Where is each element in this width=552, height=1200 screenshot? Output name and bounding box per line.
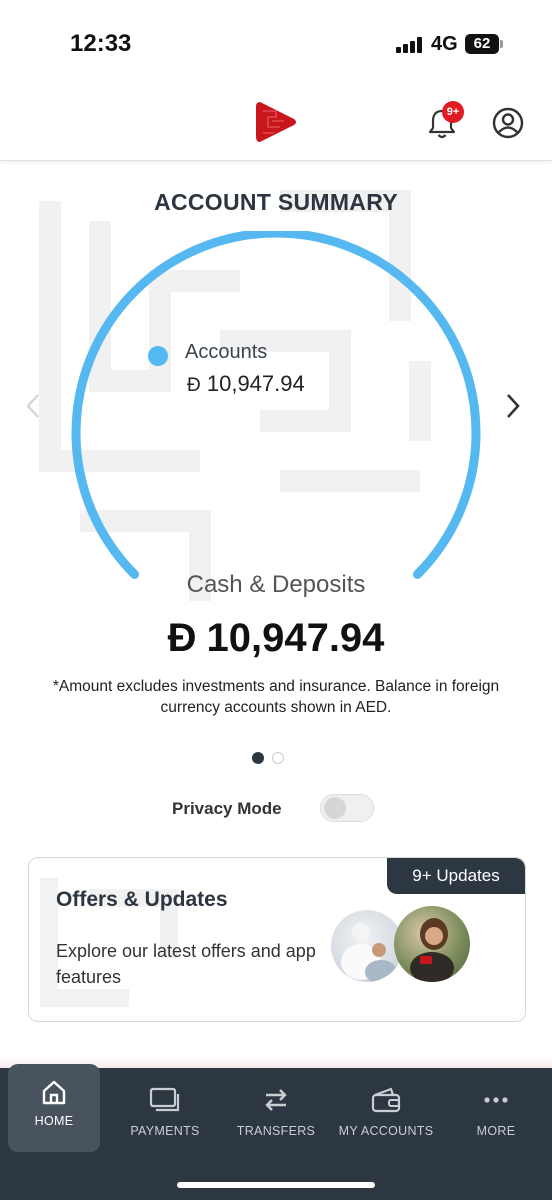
- updates-badge[interactable]: 9+ Updates: [387, 858, 525, 894]
- balance-gauge: [71, 231, 481, 579]
- accounts-legend-label: Accounts: [185, 341, 268, 363]
- privacy-mode-toggle[interactable]: [320, 794, 374, 822]
- page-dot-1[interactable]: [252, 752, 264, 764]
- notification-badge[interactable]: 9+: [442, 101, 464, 123]
- transfers-icon: [265, 1089, 287, 1111]
- tab-label: MY ACCOUNTS: [338, 1124, 434, 1138]
- battery-icon: 62: [465, 34, 499, 54]
- tab-home[interactable]: HOME: [8, 1064, 100, 1152]
- page-dot-2[interactable]: [272, 752, 284, 764]
- battery-tip: [500, 40, 503, 48]
- tab-label: HOME: [34, 1114, 74, 1128]
- offer-image-1: [331, 910, 403, 982]
- tab-label: MORE: [476, 1124, 516, 1138]
- wallet-icon: [371, 1087, 401, 1113]
- app-header: 9+: [0, 90, 552, 161]
- tab-more[interactable]: MORE: [441, 1068, 551, 1153]
- privacy-mode-label: Privacy Mode: [172, 799, 282, 818]
- offers-card[interactable]: 9+ Updates Offers & Updates Explore our …: [28, 857, 526, 1022]
- offers-title: Offers & Updates: [56, 888, 228, 911]
- signal-icon: [396, 37, 424, 53]
- currency-symbol: Đ: [167, 616, 197, 660]
- total-balance: Đ 10,947.94: [0, 616, 552, 661]
- tab-label: PAYMENTS: [130, 1124, 200, 1138]
- bottom-tab-bar: HOME PAYMENTS TRANSFERS MY ACCOUNTS MORE: [0, 1064, 552, 1200]
- tab-transfers[interactable]: TRANSFERS: [221, 1068, 331, 1153]
- tab-payments[interactable]: PAYMENTS: [110, 1068, 220, 1153]
- bank-logo-icon[interactable]: [254, 99, 298, 145]
- toggle-knob: [324, 797, 346, 819]
- network-type: 4G: [431, 33, 458, 55]
- offers-description: Explore our latest offers and app featur…: [56, 941, 316, 987]
- main-content: ACCOUNT SUMMARY Accounts Đ 10,947.94 Cas…: [0, 161, 552, 1068]
- home-indicator: [177, 1182, 375, 1188]
- more-icon: [484, 1097, 508, 1103]
- accounts-amount: 10,947.94: [206, 371, 305, 396]
- category-label: Cash & Deposits: [186, 571, 366, 598]
- status-time: 12:33: [70, 30, 132, 57]
- home-icon: [42, 1080, 66, 1105]
- currency-symbol: Đ: [187, 375, 201, 396]
- balance-note: *Amount excludes investments and insuran…: [52, 678, 500, 716]
- summary-title: ACCOUNT SUMMARY: [154, 189, 398, 215]
- offer-image-2: [394, 906, 470, 982]
- accounts-legend-amount: Đ 10,947.94: [187, 371, 305, 397]
- profile-icon[interactable]: [492, 107, 524, 139]
- tab-label: TRANSFERS: [236, 1124, 316, 1138]
- accounts-legend-dot: [148, 346, 168, 366]
- tab-my-accounts[interactable]: MY ACCOUNTS: [331, 1068, 441, 1153]
- total-amount: 10,947.94: [206, 616, 385, 660]
- chevron-left-icon[interactable]: [22, 391, 46, 421]
- chevron-right-icon[interactable]: [500, 391, 524, 421]
- payments-icon: [149, 1087, 180, 1112]
- status-bar: 12:33 4G 62: [0, 0, 552, 90]
